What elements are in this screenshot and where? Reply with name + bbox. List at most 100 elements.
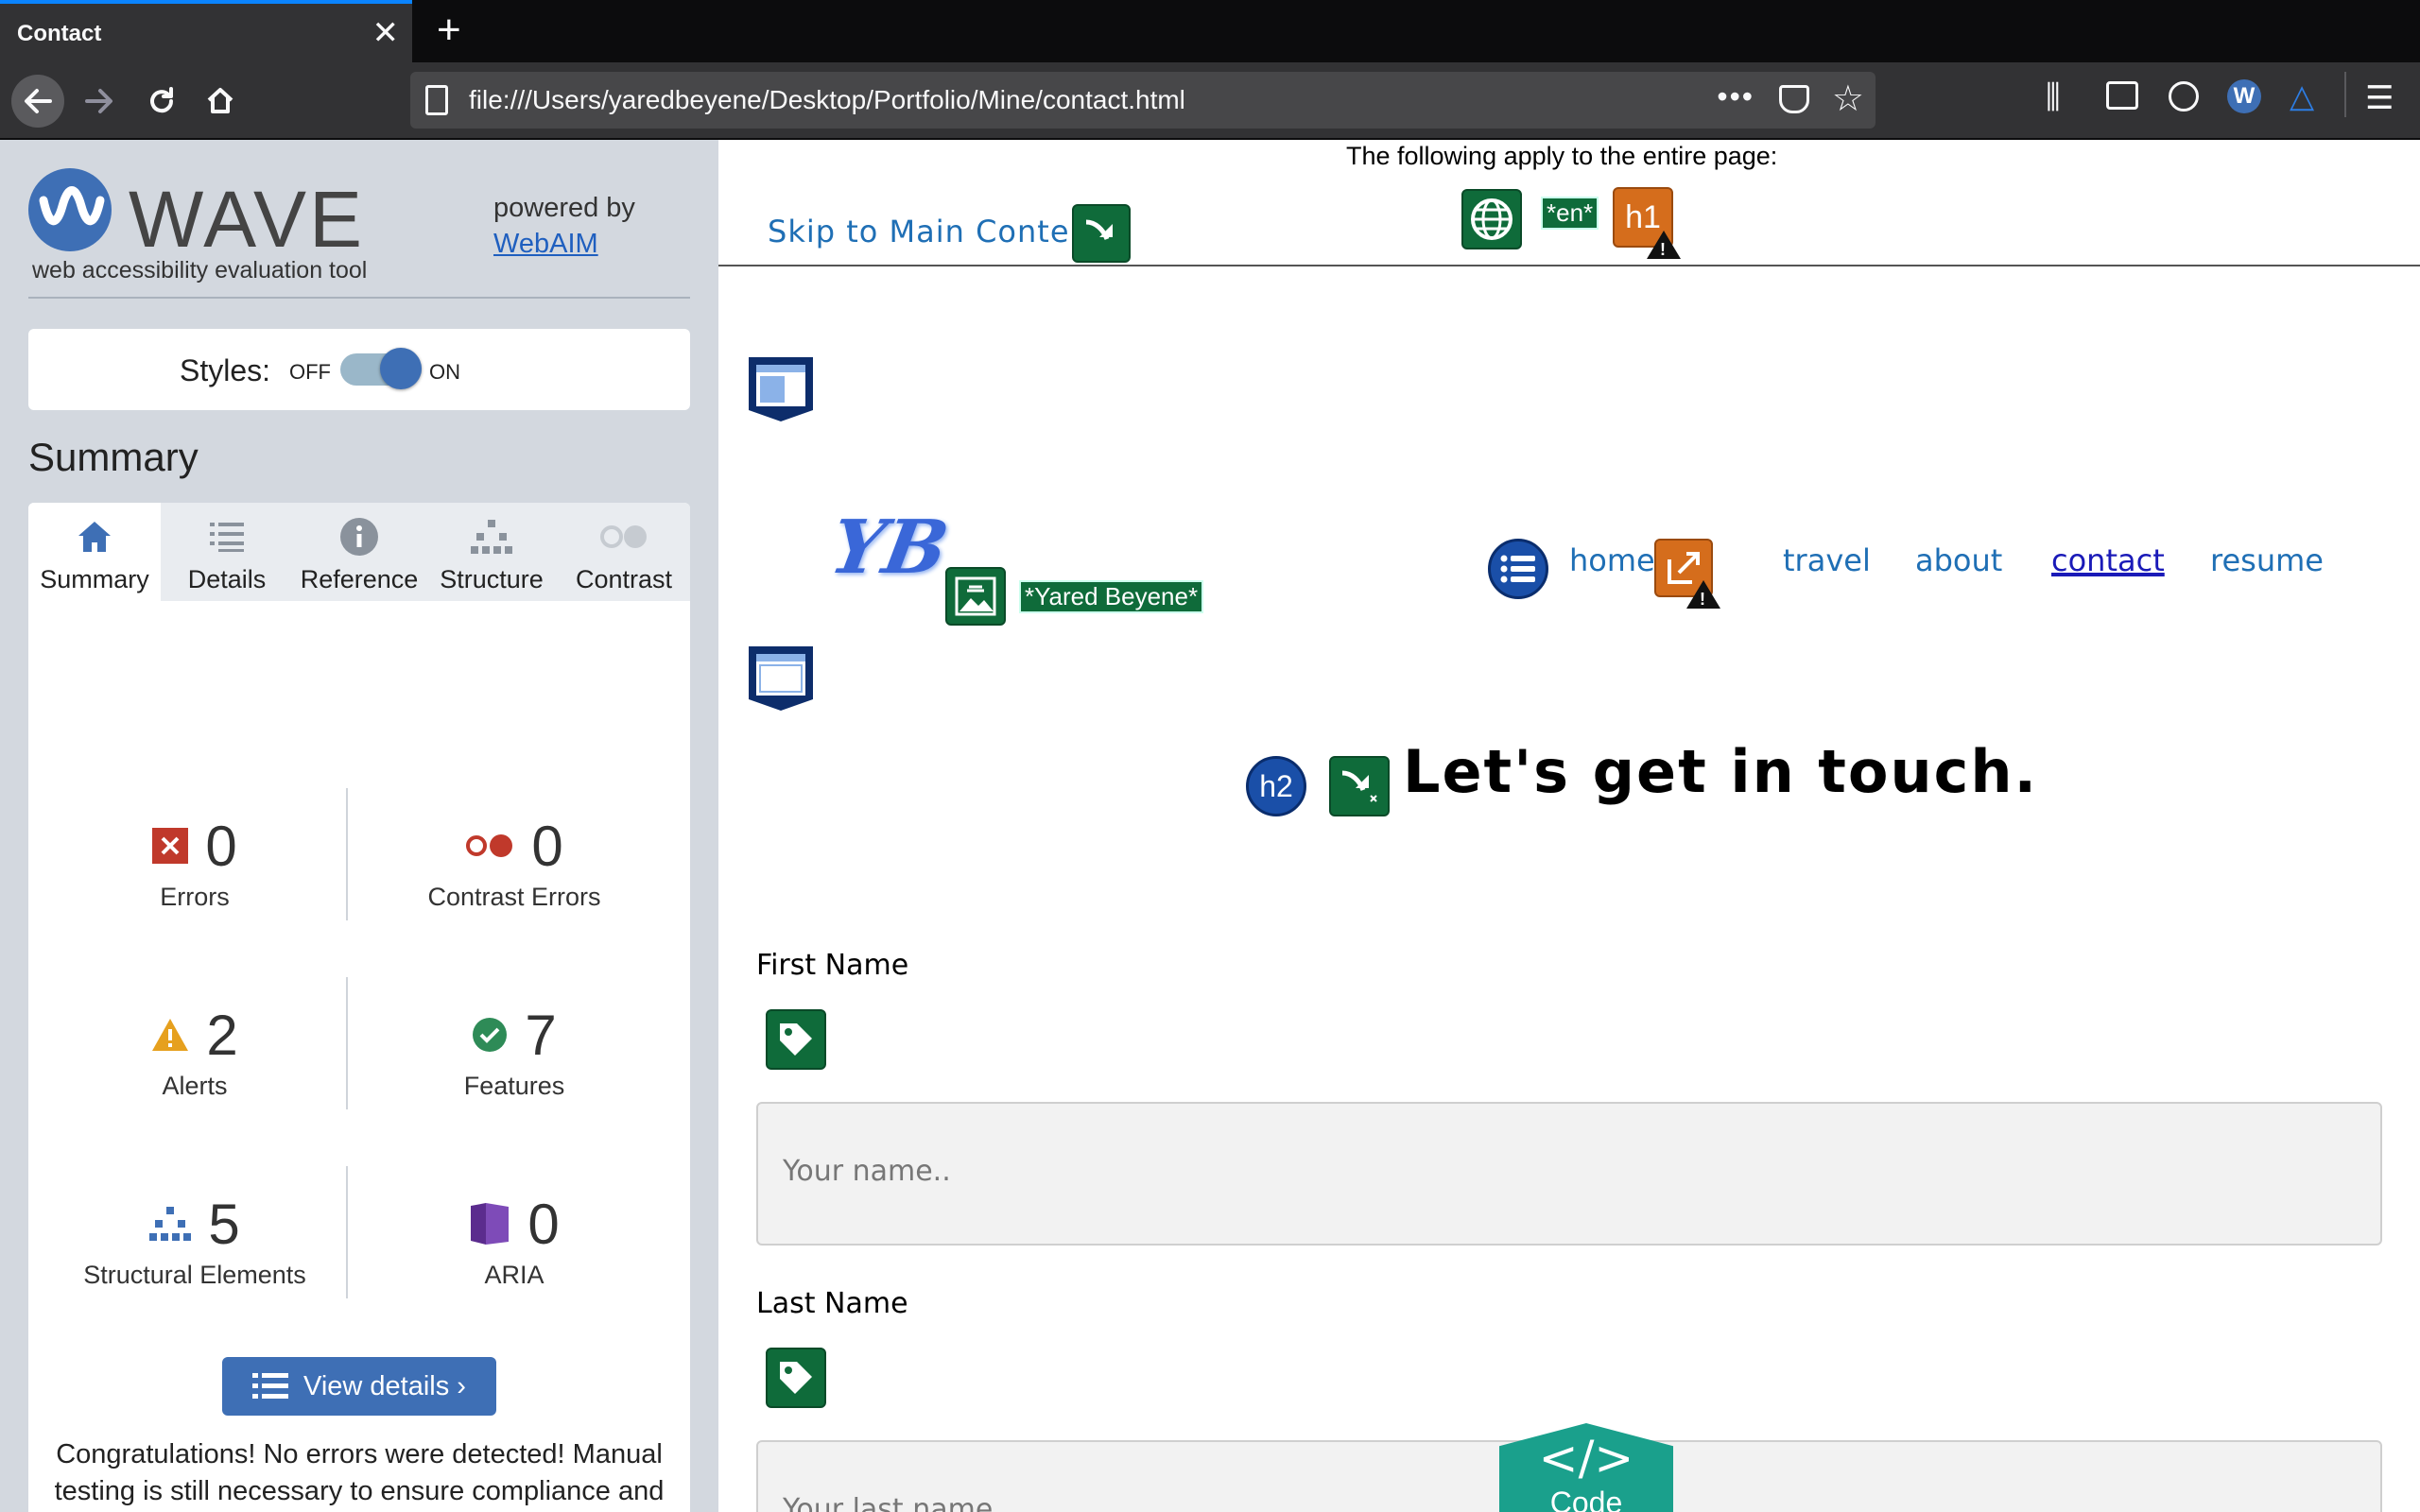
applies-text: The following apply to the entire page: (1346, 142, 1778, 170)
styles-toggle[interactable] (340, 348, 422, 389)
page-level-indicators: The following apply to the entire page: … (718, 140, 2420, 266)
nav-link-contact[interactable]: contact (2051, 542, 2165, 578)
first-name-input[interactable]: Your name.. (756, 1102, 2382, 1246)
tab-label: Details (187, 565, 267, 593)
tab-reference[interactable]: Reference (293, 503, 425, 601)
new-tab-icon[interactable]: + (437, 9, 461, 51)
last-name-placeholder: Your last name.. (783, 1493, 1011, 1512)
main-landmark-icon[interactable] (747, 644, 815, 713)
tab-contrast[interactable]: Contrast (558, 503, 690, 601)
wave-tabs-panel: Summary Details Reference Structure Cont… (28, 503, 690, 1512)
styles-toggle-box: Styles: OFF ON (28, 329, 690, 410)
nav-link-travel[interactable]: travel (1783, 542, 1871, 578)
tab-title: Contact (17, 21, 102, 46)
skip-to-main-link[interactable]: Skip to Main Content (756, 202, 1115, 253)
styles-label: Styles: (180, 353, 271, 387)
skip-link-label: Skip to Main Content (768, 214, 1103, 249)
stat-contrast-errors[interactable]: 0 Contrast Errors (363, 813, 666, 912)
bookmark-star-icon[interactable]: ☆ (1832, 77, 1864, 120)
contrast-error-icon (466, 834, 513, 857)
view-details-button[interactable]: View details › (222, 1357, 496, 1416)
nav-link-home[interactable]: home (1569, 542, 1655, 578)
aria-label: ARIA (484, 1261, 544, 1289)
features-count: 7 (525, 1003, 557, 1067)
extension-triangle-icon[interactable]: △ (2290, 77, 2314, 115)
hamburger-menu-icon[interactable]: ☰ (2365, 79, 2394, 117)
list-icon (161, 516, 293, 558)
wave-logo-icon (28, 168, 112, 251)
skip-link-target-icon[interactable] (1072, 204, 1131, 263)
linked-image-icon[interactable] (945, 567, 1006, 626)
webaim-link[interactable]: WebAIM (493, 229, 598, 260)
stat-alerts[interactable]: 2 Alerts (43, 1002, 346, 1101)
aria-icon (471, 1203, 510, 1245)
toggle-knob[interactable] (380, 348, 422, 389)
nav-link-about[interactable]: about (1915, 542, 2002, 578)
alerts-label: Alerts (162, 1072, 228, 1100)
form-label-tag-icon[interactable] (766, 1009, 826, 1070)
library-icon[interactable]: ⫼ (2046, 79, 2061, 116)
tab-label: Reference (300, 565, 419, 593)
pocket-icon[interactable] (1779, 85, 1809, 113)
styles-on-label: ON (429, 360, 460, 384)
stat-features[interactable]: 7 Features (363, 1002, 666, 1101)
close-tab-icon[interactable]: ✕ (372, 17, 400, 49)
congrats-message: Congratulations! No errors were detected… (54, 1439, 665, 1506)
structure-icon (149, 1207, 192, 1241)
info-icon (293, 516, 425, 558)
list-icon (252, 1373, 289, 1399)
stat-aria[interactable]: 0 ARIA (363, 1191, 666, 1290)
error-icon (152, 828, 189, 864)
first-name-placeholder: Your name.. (783, 1155, 951, 1188)
stat-errors[interactable]: 0 Errors (43, 813, 346, 912)
nav-link-resume[interactable]: resume (2210, 542, 2324, 578)
back-arrow-icon[interactable] (11, 75, 64, 128)
sidebar-icon[interactable] (2106, 81, 2138, 110)
h2-badge-text: h2 (1259, 768, 1293, 803)
powered-by-text: powered by (493, 193, 635, 223)
browser-tab-bar: Contact ✕ + (0, 0, 2420, 62)
stat-divider (346, 788, 348, 920)
tab-label: Contrast (575, 565, 673, 593)
tab-label: Structure (440, 565, 544, 593)
aria-count: 0 (527, 1192, 560, 1256)
wave-tab-strip: Summary Details Reference Structure Cont… (28, 503, 690, 601)
url-text[interactable]: file:///Users/yaredbeyene/Desktop/Portfo… (469, 85, 1185, 115)
navigation-list-icon[interactable] (1488, 539, 1548, 599)
forward-arrow-icon[interactable] (76, 77, 123, 125)
account-icon[interactable] (2169, 81, 2199, 112)
tab-summary[interactable]: Summary (28, 503, 161, 601)
page-viewport: The following apply to the entire page: … (718, 140, 2420, 1512)
divider (28, 297, 690, 299)
stat-structural[interactable]: 5 Structural Elements (43, 1191, 346, 1290)
alt-text-tag: *Yared Beyene* (1019, 580, 1204, 613)
url-bar[interactable]: file:///Users/yaredbeyene/Desktop/Portfo… (410, 72, 1876, 129)
contrast-icon (558, 516, 690, 558)
page-actions-icon[interactable]: ••• (1717, 79, 1754, 114)
code-panel-button[interactable]: </> Code (1499, 1423, 1673, 1512)
alert-icon (152, 1019, 189, 1051)
alerts-count: 2 (206, 1003, 238, 1067)
features-label: Features (463, 1072, 565, 1100)
wave-tagline: web accessibility evaluation tool (32, 257, 368, 284)
home-icon (28, 516, 161, 558)
errors-count: 0 (205, 814, 237, 878)
reload-icon[interactable] (138, 77, 185, 125)
language-globe-icon[interactable] (1461, 189, 1522, 249)
tab-details[interactable]: Details (161, 503, 293, 601)
logo-text: YB (823, 505, 955, 591)
h2-heading-icon[interactable]: h2 (1246, 756, 1306, 816)
header-landmark-icon[interactable] (747, 355, 815, 423)
warning-mark: ! (1700, 590, 1705, 609)
tab-structure[interactable]: Structure (425, 503, 558, 601)
home-icon[interactable] (197, 77, 244, 125)
wave-extension-icon[interactable]: W (2227, 79, 2261, 113)
browser-tab[interactable]: Contact ✕ (0, 0, 412, 62)
summary-heading: Summary (28, 435, 199, 479)
skip-target-icon[interactable] (1329, 756, 1390, 816)
contrast-errors-count: 0 (531, 814, 563, 878)
structural-count: 5 (208, 1192, 240, 1256)
site-logo[interactable]: YB (824, 505, 955, 591)
form-label-tag-icon[interactable] (766, 1348, 826, 1408)
page-heading: Let's get in touch. (1403, 737, 2039, 806)
